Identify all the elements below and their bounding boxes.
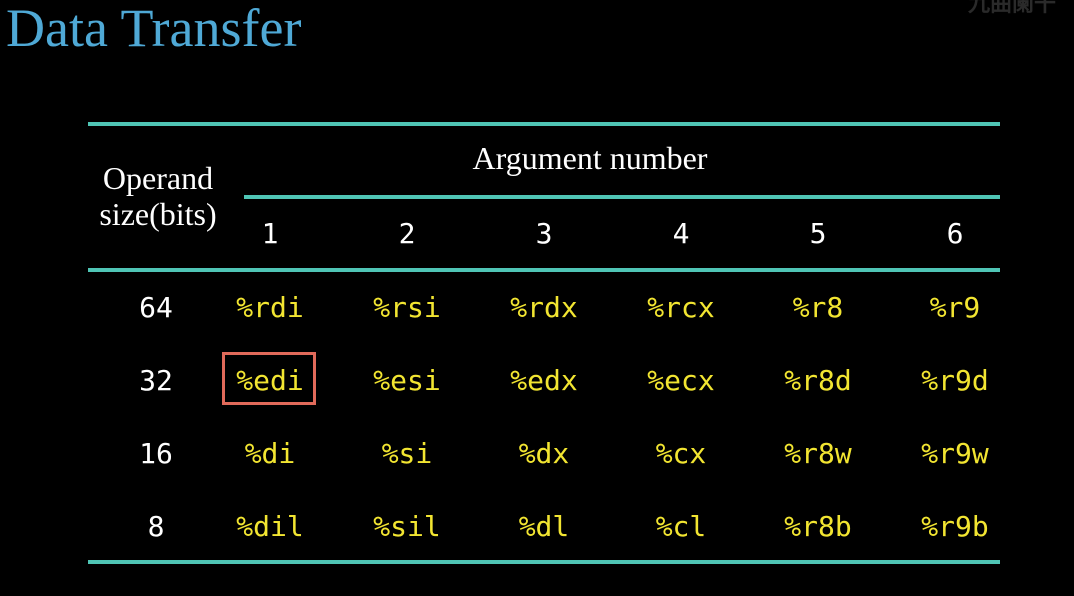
argument-number-1: 1 [261,217,279,250]
register-cell: %cx [655,437,707,470]
register-cell: %cl [655,510,707,543]
register-cell: %rdi [236,291,304,324]
watermark: 九曲阑干 [967,0,1056,17]
register-cell: %r8w [784,437,852,470]
argument-number-header: Argument number [472,140,708,176]
operand-size-32: 32 [139,364,173,397]
register-cell-highlighted: %edi [236,364,304,397]
register-cell: %rcx [647,291,715,324]
table-bottom-rule [88,560,1000,564]
table-top-rule [88,122,1000,126]
register-cell: %dl [518,510,570,543]
register-cell: %r9d [921,364,989,397]
register-cell: %esi [373,364,441,397]
argument-number-4: 4 [672,217,690,250]
register-cell: %dil [236,510,304,543]
register-cell: %di [244,437,296,470]
register-cell: %sil [373,510,441,543]
register-cell: %r9 [929,291,981,324]
operand-size-8: 8 [147,510,165,543]
register-cell: %rdx [510,291,578,324]
register-cell: %rsi [373,291,441,324]
header-bottom-rule [88,268,1000,272]
argument-number-5: 5 [809,217,827,250]
operand-size-64: 64 [139,291,173,324]
register-cell: %dx [518,437,570,470]
register-cell: %r9w [921,437,989,470]
register-cell: %r8d [784,364,852,397]
argument-number-6: 6 [946,217,964,250]
operand-size-header: Operand size(bits) [99,160,217,232]
argument-number-3: 3 [535,217,553,250]
operand-size-16: 16 [139,437,173,470]
register-cell: %ecx [647,364,715,397]
register-cell: %r8b [784,510,852,543]
register-cell: %si [381,437,433,470]
slide-title: Data Transfer [6,0,302,58]
register-cell: %edx [510,364,578,397]
register-cell: %r8 [792,291,844,324]
argument-header-rule [244,195,1000,199]
argument-number-2: 2 [398,217,416,250]
register-cell: %r9b [921,510,989,543]
